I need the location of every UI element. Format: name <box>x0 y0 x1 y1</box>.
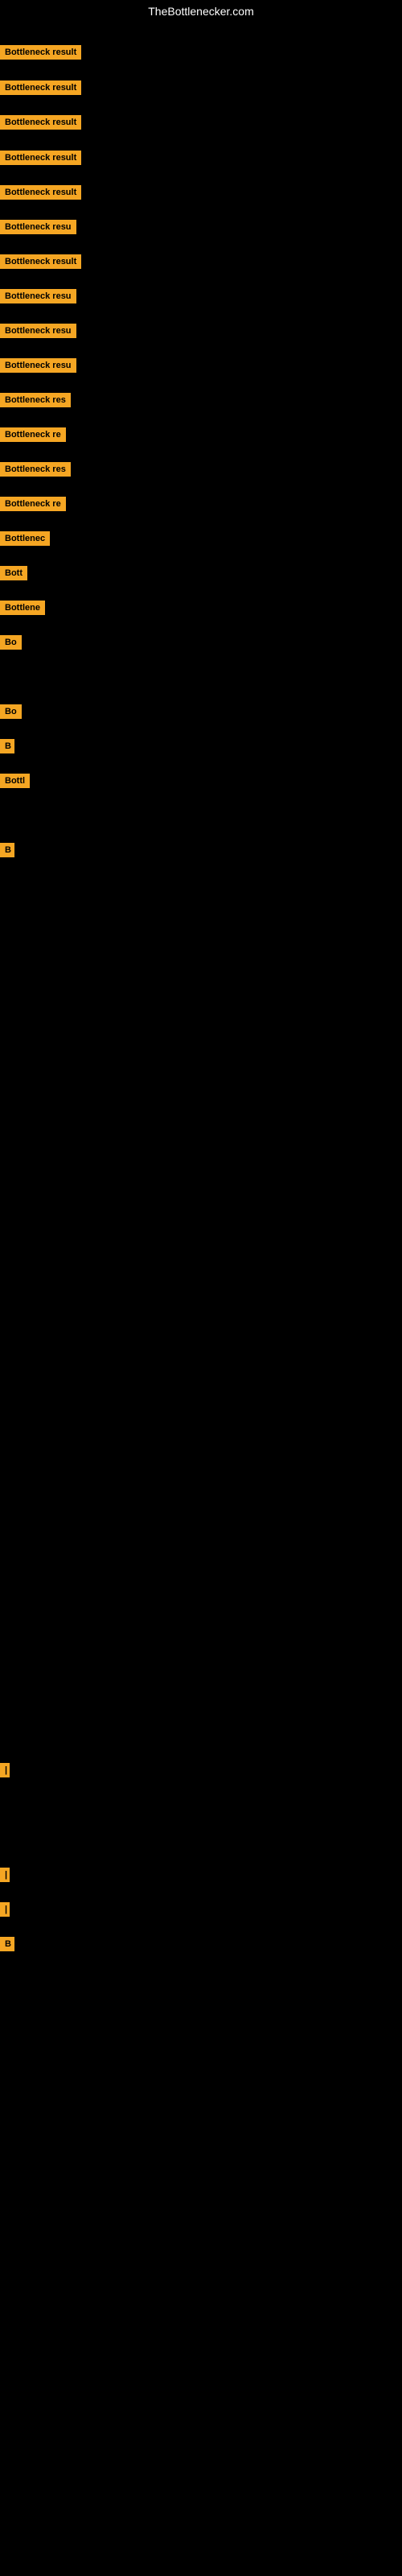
bottleneck-badge-17: Bo <box>0 635 22 650</box>
bottleneck-badge-0: Bottleneck result <box>0 45 81 60</box>
bottleneck-badge-16: Bottlene <box>0 601 45 615</box>
bottleneck-badge-24: | <box>0 1902 10 1917</box>
bottleneck-badge-12: Bottleneck res <box>0 462 71 477</box>
bottleneck-badge-25: B <box>0 1937 14 1951</box>
bottleneck-badge-9: Bottleneck resu <box>0 358 76 373</box>
bottleneck-badge-19: B <box>0 739 14 753</box>
bottleneck-badge-14: Bottlenec <box>0 531 50 546</box>
bottleneck-badge-18: Bo <box>0 704 22 719</box>
bottleneck-badge-6: Bottleneck result <box>0 254 81 269</box>
bottleneck-badge-7: Bottleneck resu <box>0 289 76 303</box>
bottleneck-badge-2: Bottleneck result <box>0 115 81 130</box>
bottleneck-badge-3: Bottleneck result <box>0 151 81 165</box>
bottleneck-badge-4: Bottleneck result <box>0 185 81 200</box>
bottleneck-badge-23: | <box>0 1868 10 1882</box>
site-title: TheBottlenecker.com <box>0 0 402 23</box>
bottleneck-badge-21: B <box>0 843 14 857</box>
bottleneck-badge-20: Bottl <box>0 774 30 788</box>
bottleneck-badge-22: | <box>0 1763 10 1777</box>
bottleneck-badge-13: Bottleneck re <box>0 497 66 511</box>
bottleneck-badge-5: Bottleneck resu <box>0 220 76 234</box>
bottleneck-badge-10: Bottleneck res <box>0 393 71 407</box>
bottleneck-badge-15: Bott <box>0 566 27 580</box>
bottleneck-badge-8: Bottleneck resu <box>0 324 76 338</box>
bottleneck-badge-11: Bottleneck re <box>0 427 66 442</box>
bottleneck-badge-1: Bottleneck result <box>0 80 81 95</box>
